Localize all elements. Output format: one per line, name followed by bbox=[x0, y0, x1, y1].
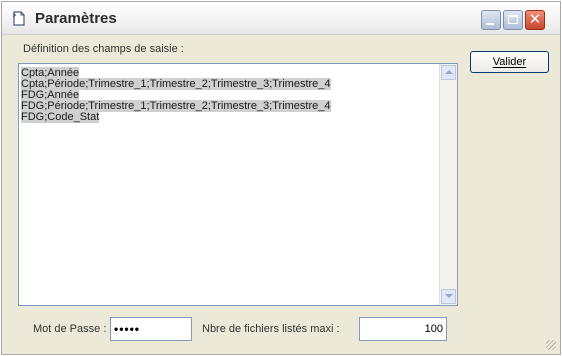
scroll-up-button[interactable] bbox=[441, 65, 456, 80]
password-label: Mot de Passe : bbox=[33, 323, 107, 335]
document-icon bbox=[12, 11, 25, 26]
title-bar[interactable]: Paramètres ✕ bbox=[2, 2, 560, 35]
chevron-down-icon bbox=[445, 294, 453, 298]
window-title: Paramètres bbox=[35, 10, 117, 27]
maxfiles-label: Nbre de fichiers listés maxi : bbox=[202, 323, 340, 335]
vertical-scrollbar[interactable] bbox=[439, 64, 457, 305]
definition-textarea[interactable]: Cpta;Année Cpta;Période;Trimestre_1;Trim… bbox=[18, 63, 458, 306]
close-icon: ✕ bbox=[528, 11, 542, 28]
maxfiles-field[interactable]: 100 bbox=[359, 317, 447, 341]
scroll-down-button[interactable] bbox=[441, 289, 456, 304]
password-field[interactable]: ••••• bbox=[110, 317, 192, 341]
parametres-window: Paramètres ✕ Définition des champs de sa… bbox=[1, 1, 561, 355]
definition-line: FDG;Code_Stat bbox=[21, 111, 100, 123]
definition-lines: Cpta;Année Cpta;Période;Trimestre_1;Trim… bbox=[21, 67, 331, 123]
resize-grip[interactable] bbox=[546, 340, 556, 350]
maximize-icon bbox=[508, 15, 518, 24]
close-button[interactable]: ✕ bbox=[525, 10, 545, 30]
maximize-button[interactable] bbox=[503, 10, 523, 30]
chevron-up-icon bbox=[445, 70, 453, 74]
minimize-icon bbox=[486, 23, 494, 25]
minimize-button[interactable] bbox=[481, 10, 501, 30]
valider-button[interactable]: Valider bbox=[470, 51, 549, 73]
definition-label: Définition des champs de saisie : bbox=[23, 43, 184, 55]
